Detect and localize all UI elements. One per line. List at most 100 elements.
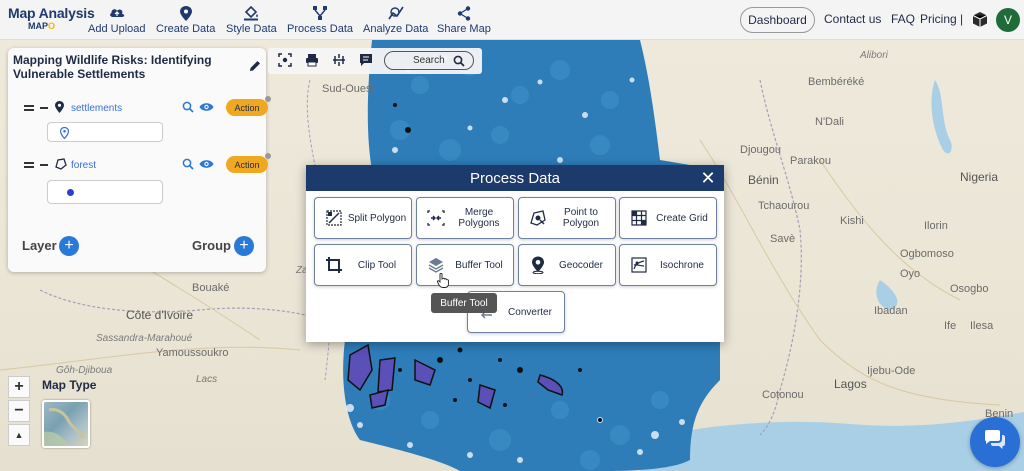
add-group-label: Group bbox=[192, 238, 231, 253]
locate-icon[interactable] bbox=[278, 53, 294, 69]
collapse-icon[interactable] bbox=[40, 107, 48, 109]
process-nodes-icon bbox=[312, 4, 328, 22]
nav-share-map[interactable]: Share Map bbox=[437, 4, 491, 35]
layers-icon bbox=[423, 257, 449, 273]
map-label: Lacs bbox=[196, 374, 218, 385]
search-icon bbox=[453, 55, 465, 67]
geocoder-pin-icon bbox=[525, 256, 551, 274]
contact-us-link[interactable]: Contact us bbox=[824, 12, 881, 26]
dashboard-button[interactable]: Dashboard bbox=[740, 7, 815, 33]
dialog-header: Process Data ✕ bbox=[306, 165, 724, 191]
map-label: Ibadan bbox=[874, 305, 908, 317]
clip-tool-button[interactable]: Clip Tool bbox=[314, 244, 412, 286]
map-label: Lagos bbox=[834, 377, 867, 391]
layer-name[interactable]: forest bbox=[71, 160, 171, 171]
map-label: Tchaourou bbox=[758, 200, 810, 212]
map-label: Nigeria bbox=[960, 170, 999, 184]
buffer-tool-button[interactable]: Buffer Tool bbox=[416, 244, 514, 286]
map-label: Ogbomoso bbox=[900, 248, 954, 260]
map-type-label: Map Type bbox=[42, 378, 97, 392]
isochrone-icon bbox=[626, 257, 652, 273]
split-polygon-button[interactable]: Split Polygon bbox=[314, 197, 412, 239]
nav-add-upload[interactable]: Add Upload bbox=[88, 4, 146, 35]
hand-cursor-icon bbox=[436, 272, 449, 293]
nav-process-data[interactable]: Process Data bbox=[287, 4, 353, 35]
layer-name[interactable]: settlements bbox=[71, 103, 171, 114]
collapse-icon[interactable] bbox=[40, 164, 48, 166]
map-label: N'Dali bbox=[815, 116, 844, 128]
layer-style-preview[interactable] bbox=[47, 122, 163, 142]
pricing-link[interactable]: Pricing | bbox=[920, 12, 963, 26]
close-icon[interactable]: ✕ bbox=[698, 168, 718, 188]
top-navigation-bar: Map Analysis MAPO Add Upload Create Data… bbox=[0, 0, 1024, 40]
add-layer-button[interactable]: + bbox=[59, 236, 79, 256]
map-search-button[interactable]: Search bbox=[384, 51, 474, 70]
logo-subtitle: MAPO bbox=[28, 21, 56, 31]
faq-link[interactable]: FAQ bbox=[891, 12, 915, 26]
location-pin-icon bbox=[59, 126, 70, 144]
nav-analyze-data[interactable]: Analyze Data bbox=[363, 4, 428, 35]
measure-icon[interactable] bbox=[332, 53, 348, 69]
zoom-to-layer-icon[interactable] bbox=[182, 158, 194, 173]
action-button[interactable]: Action bbox=[226, 156, 268, 173]
map-label: Oyo bbox=[900, 268, 921, 280]
grid-icon bbox=[626, 210, 652, 226]
layer-style-preview[interactable] bbox=[47, 180, 163, 204]
layer-row-forest[interactable]: forest Action bbox=[24, 153, 271, 175]
map-label: Bouaké bbox=[192, 282, 230, 294]
map-label: Osogbo bbox=[950, 283, 989, 295]
cloud-upload-icon bbox=[109, 4, 125, 22]
zoom-out-button[interactable]: − bbox=[8, 400, 30, 422]
layer-row-settlements[interactable]: settlements Action bbox=[24, 96, 271, 118]
map-label: Ife bbox=[944, 320, 957, 332]
process-data-dialog: Process Data ✕ Split Polygon Merge Polyg… bbox=[306, 165, 724, 342]
point-to-polygon-icon bbox=[525, 209, 551, 227]
map-label: Sassandra-Marahoué bbox=[96, 333, 193, 344]
logo-title: Map Analysis bbox=[8, 5, 95, 21]
action-badge bbox=[265, 96, 271, 102]
user-avatar[interactable]: V bbox=[996, 8, 1020, 32]
add-group-button[interactable]: + bbox=[234, 236, 254, 256]
action-button[interactable]: Action bbox=[226, 99, 268, 116]
map-label: Cotonou bbox=[762, 389, 804, 401]
location-pin-icon bbox=[55, 100, 64, 116]
map-label: Parakou bbox=[790, 155, 831, 167]
print-icon[interactable] bbox=[305, 53, 321, 69]
nav-create-data[interactable]: Create Data bbox=[156, 4, 215, 35]
map-label: Yamoussoukro bbox=[156, 347, 229, 359]
drag-handle-icon[interactable] bbox=[24, 162, 34, 168]
point-to-polygon-button[interactable]: Point to Polygon bbox=[518, 197, 616, 239]
action-badge bbox=[265, 153, 271, 159]
zoom-to-layer-icon[interactable] bbox=[182, 101, 194, 116]
map-label: Gôh-Djiboua bbox=[56, 365, 113, 376]
chat-support-button[interactable] bbox=[970, 417, 1020, 467]
comment-icon[interactable] bbox=[359, 53, 375, 69]
create-grid-button[interactable]: Create Grid bbox=[619, 197, 717, 239]
merge-polygons-button[interactable]: Merge Polygons bbox=[416, 197, 514, 239]
paint-bucket-icon bbox=[243, 4, 259, 22]
map-label: Ilorin bbox=[924, 220, 948, 232]
pencil-icon[interactable] bbox=[249, 59, 261, 77]
layers-panel: Mapping Wildlife Risks: Identifying Vuln… bbox=[8, 48, 271, 272]
crop-icon bbox=[321, 256, 347, 274]
map-type-thumbnail[interactable] bbox=[42, 400, 90, 448]
eye-icon[interactable] bbox=[199, 101, 214, 116]
isochrone-button[interactable]: Isochrone bbox=[619, 244, 717, 286]
drag-handle-icon[interactable] bbox=[24, 105, 34, 111]
chat-bubble-icon bbox=[983, 429, 1007, 456]
zoom-in-button[interactable]: + bbox=[8, 376, 30, 398]
map-label: Djougou bbox=[740, 144, 781, 156]
map-label: Kishi bbox=[840, 215, 864, 227]
cube-icon[interactable] bbox=[972, 11, 988, 33]
geocoder-button[interactable]: Geocoder bbox=[518, 244, 616, 286]
add-layer-label: Layer bbox=[22, 238, 57, 253]
fill-swatch-icon bbox=[67, 189, 74, 196]
map-label: Savè bbox=[770, 233, 796, 245]
search-label: Search bbox=[413, 55, 445, 66]
eye-icon[interactable] bbox=[199, 158, 214, 173]
app-logo[interactable]: Map Analysis MAPO bbox=[8, 5, 95, 31]
map-label: Alibori bbox=[860, 50, 888, 61]
split-polygon-icon bbox=[321, 210, 347, 226]
reset-north-button[interactable]: ▲ bbox=[8, 424, 30, 446]
nav-style-data[interactable]: Style Data bbox=[226, 4, 277, 35]
